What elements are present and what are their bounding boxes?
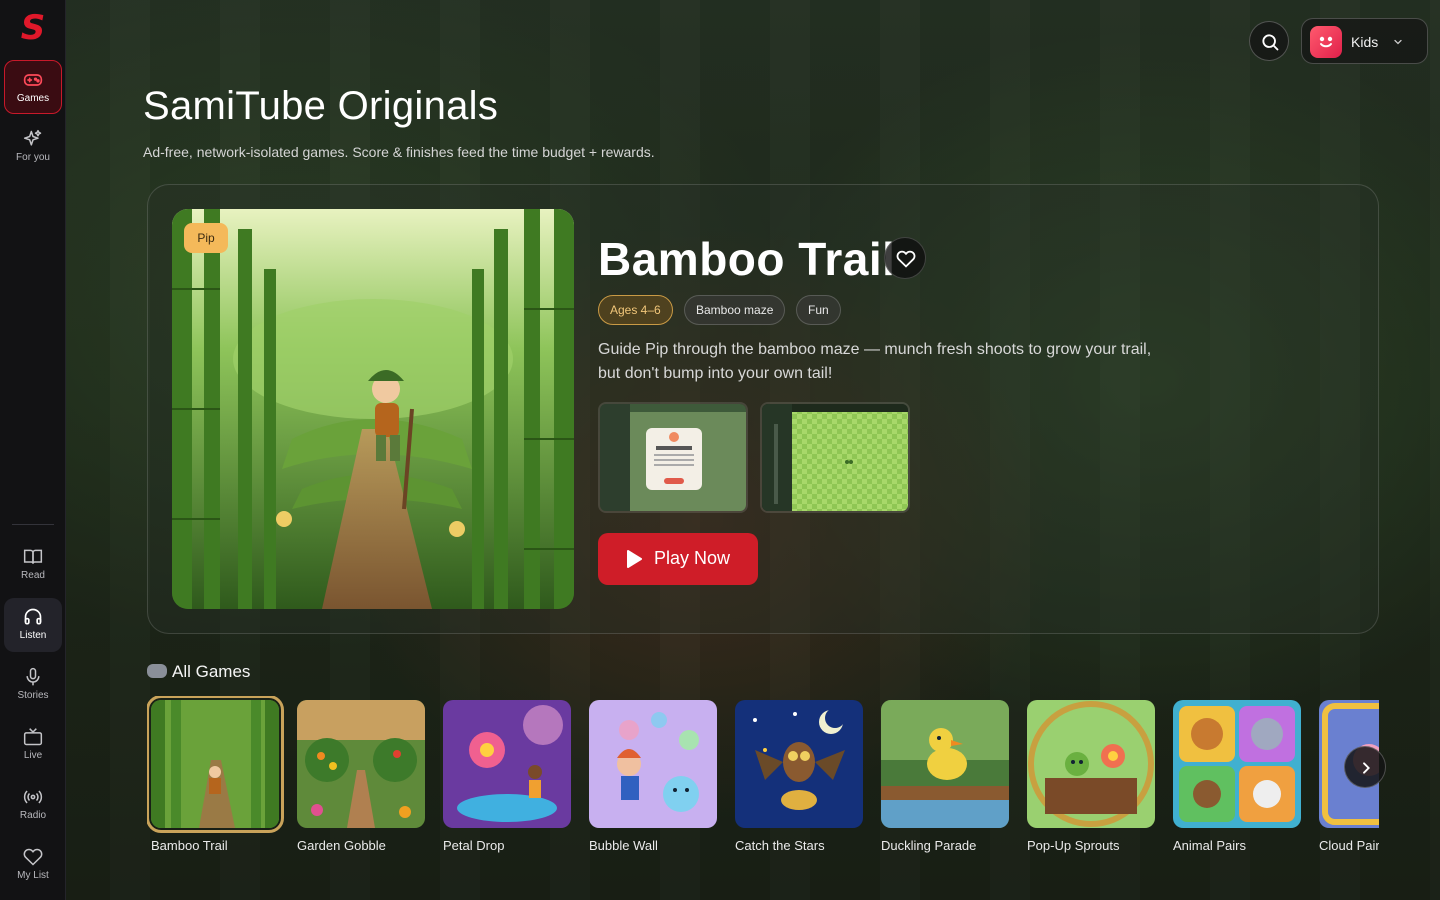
game-card-title: Garden Gobble	[297, 838, 386, 853]
heart-icon	[896, 250, 916, 268]
tag-mood: Fun	[796, 295, 841, 325]
featured-game-description: Guide Pip through the bamboo maze — munc…	[598, 341, 1152, 382]
featured-game-title: Bamboo Trail	[598, 233, 896, 285]
app-logo[interactable]: S	[0, 6, 66, 50]
sidebar-item-label: Listen	[19, 630, 47, 641]
game-card-title: Bubble Wall	[589, 838, 658, 853]
sidebar: S Games For you Read Listen Stories Live…	[0, 0, 66, 900]
play-now-label: Play Now	[654, 548, 731, 568]
page-title: SamiTube Originals	[143, 84, 499, 128]
game-thumbnail	[735, 700, 863, 828]
play-icon	[627, 550, 642, 568]
tag-genre: Bamboo maze	[684, 295, 786, 325]
page-subtitle: Ad-free, network-isolated games. Score &…	[143, 144, 655, 160]
profile-switcher[interactable]: Kids	[1301, 18, 1428, 64]
game-card-title: Petal Drop	[443, 838, 505, 853]
sidebar-item-radio[interactable]: Radio	[4, 778, 62, 832]
sidebar-item-read[interactable]: Read	[4, 538, 62, 592]
sparkles-icon	[23, 129, 42, 146]
gamepad-icon	[147, 664, 167, 678]
profile-name: Kids	[1351, 34, 1379, 50]
book-icon	[23, 549, 43, 564]
headphones-icon	[24, 608, 42, 625]
character-badge: Pip	[184, 223, 228, 253]
screenshot-thumbnail[interactable]	[598, 402, 748, 513]
sidebar-divider	[12, 524, 54, 525]
heart-icon	[23, 848, 43, 866]
game-thumbnail	[1027, 700, 1155, 828]
game-thumbnail	[297, 700, 425, 828]
game-card-title: Pop-Up Sprouts	[1027, 838, 1120, 853]
gamepad-icon	[23, 74, 43, 86]
radio-icon	[23, 790, 43, 804]
microphone-icon	[26, 667, 40, 686]
sidebar-item-for-you[interactable]: For you	[4, 120, 62, 174]
tag-ages: Ages 4–6	[598, 295, 673, 325]
sidebar-item-label: Games	[16, 93, 50, 104]
sidebar-item-stories[interactable]: Stories	[4, 658, 62, 712]
chevron-down-icon	[1394, 39, 1402, 45]
featured-game-card: Pip Bamboo Trail Ages 4–6 Bamboo maze Fu…	[147, 184, 1379, 634]
sidebar-item-label: For you	[16, 152, 50, 163]
sidebar-item-listen[interactable]: Listen	[4, 598, 62, 652]
game-card-title: Duckling Parade	[881, 838, 977, 853]
section-title-label: All Games	[172, 662, 251, 681]
rail-next-button[interactable]	[1344, 746, 1386, 788]
sidebar-item-label: Live	[23, 750, 43, 761]
sidebar-item-label: My List	[17, 870, 49, 881]
sidebar-item-live[interactable]: Live	[4, 718, 62, 772]
section-title-all-games: All Games	[147, 662, 250, 682]
game-thumbnail	[443, 700, 571, 828]
sidebar-item-label: Radio	[19, 810, 47, 821]
avatar	[1310, 26, 1342, 58]
sidebar-item-label: Stories	[17, 690, 49, 701]
play-now-button[interactable]: Play Now	[598, 533, 758, 585]
games-rail: Bamboo Trail Garden Gobble Petal Drop Bu…	[147, 696, 1379, 866]
game-card-title: Bamboo Trail	[151, 838, 228, 853]
game-thumbnail	[147, 696, 284, 833]
sidebar-item-games[interactable]: Games	[4, 60, 62, 114]
smiley-icon	[1319, 36, 1333, 48]
tv-icon	[23, 728, 43, 746]
game-card-title: Catch the Stars	[735, 838, 825, 853]
search-icon	[1262, 34, 1279, 51]
screenshot-thumbnail[interactable]	[760, 402, 910, 513]
sidebar-item-label: Read	[21, 570, 45, 581]
favorite-button[interactable]	[884, 237, 926, 279]
game-thumbnail	[1173, 700, 1301, 828]
game-card-title: Cloud Pair	[1319, 838, 1379, 853]
game-card-title: Animal Pairs	[1173, 838, 1246, 853]
chevron-right-icon	[1363, 762, 1370, 774]
featured-game-artwork[interactable]: Pip	[172, 209, 574, 609]
sidebar-item-my-list[interactable]: My List	[4, 838, 62, 892]
search-button[interactable]	[1249, 21, 1289, 61]
game-thumbnail	[881, 700, 1009, 828]
game-thumbnail	[589, 700, 717, 828]
